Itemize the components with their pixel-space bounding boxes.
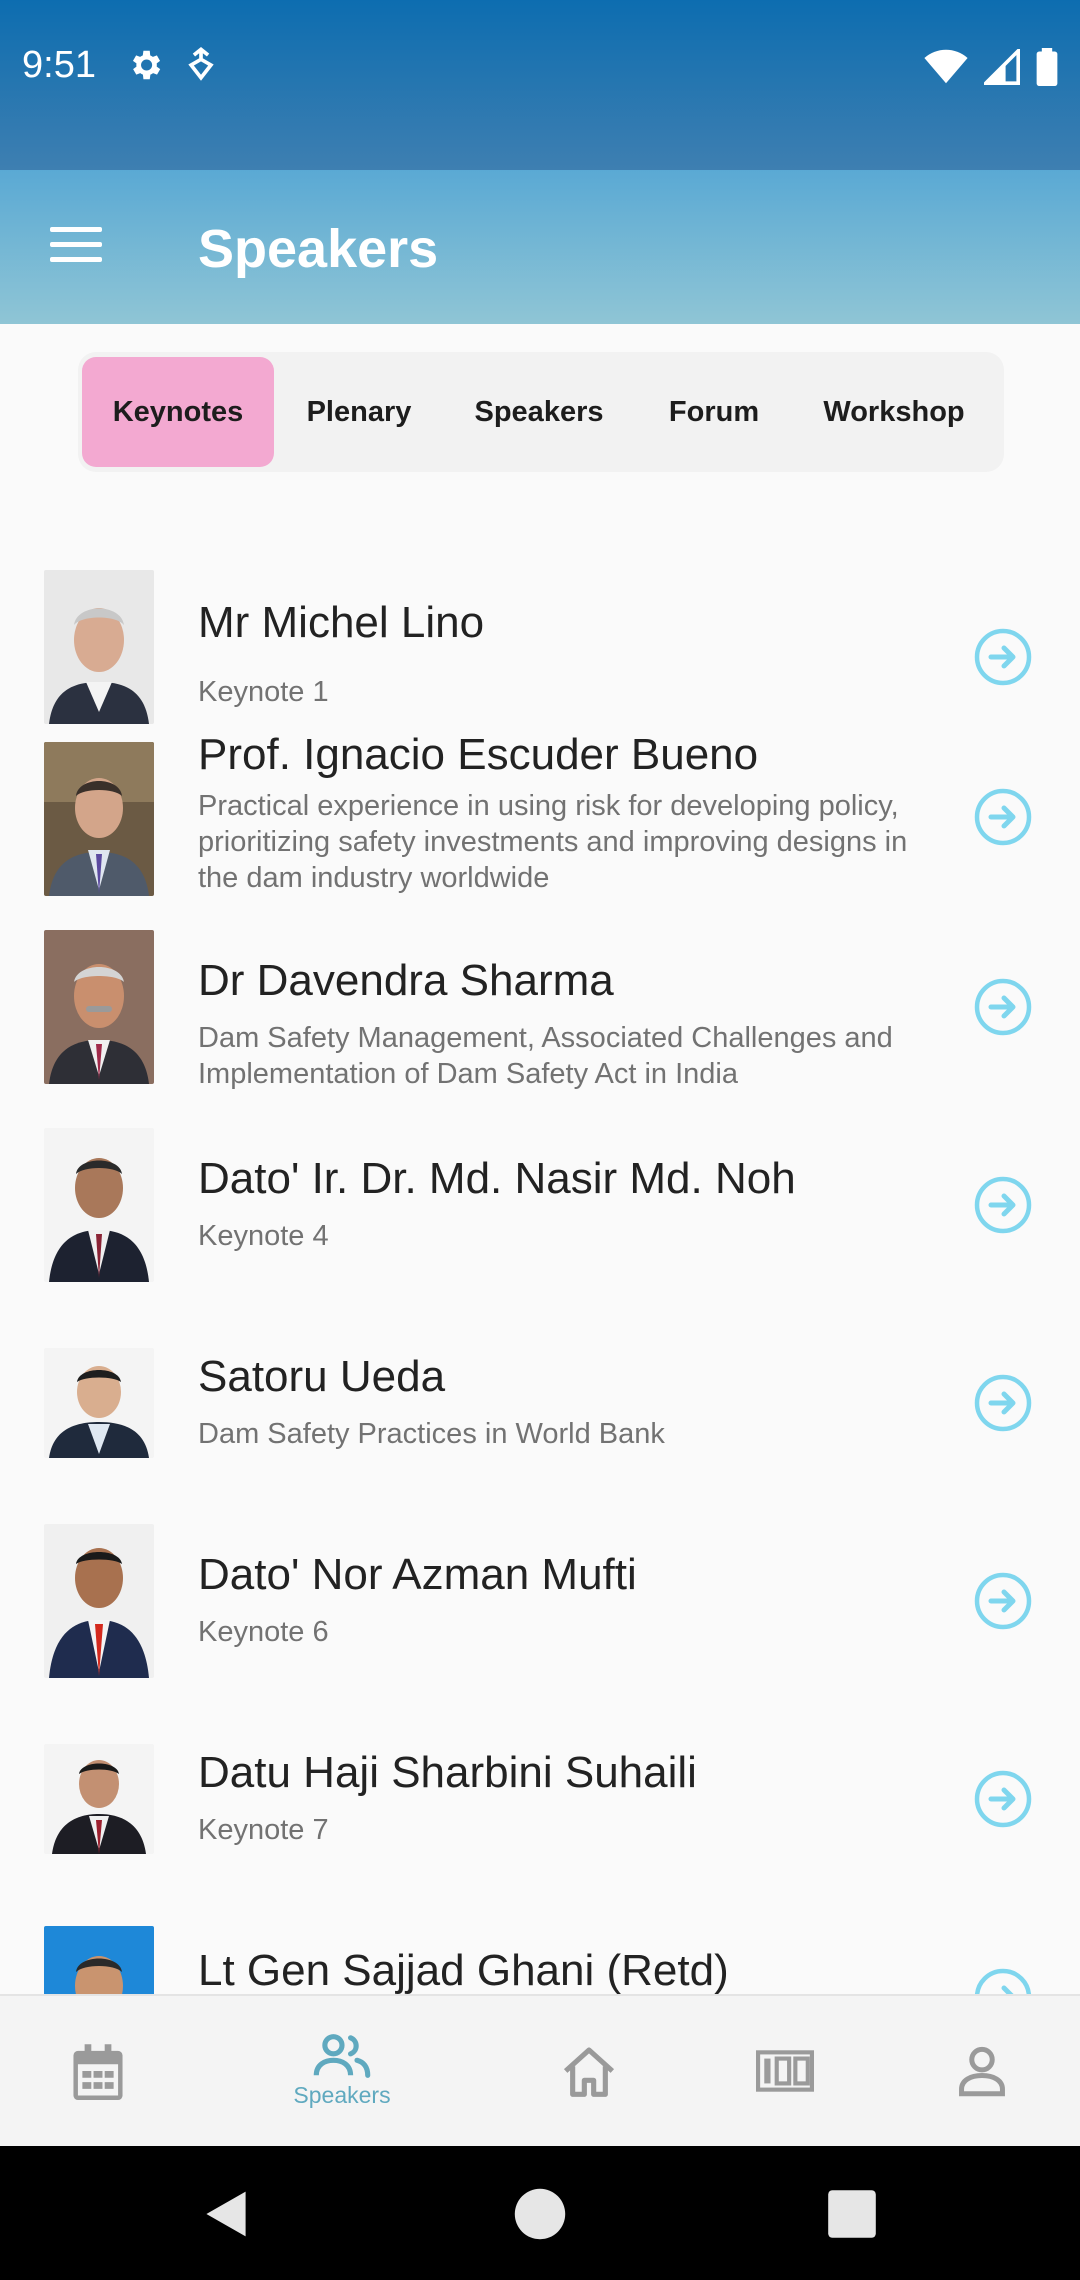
speaker-photo	[44, 1524, 154, 1678]
speaker-name: Prof. Ignacio Escuder Bueno	[198, 730, 759, 779]
tab-forum[interactable]: Forum	[634, 357, 794, 467]
speaker-photo	[44, 930, 154, 1084]
speaker-subtitle: Keynote 6	[198, 1616, 329, 1648]
nav-calendar[interactable]	[38, 1996, 158, 2146]
speaker-subtitle: Dam Safety Management, Associated Challe…	[198, 1022, 893, 1090]
speaker-list: Mr Michel Lino Keynote 1 Prof. Ignacio E…	[0, 520, 1080, 1994]
signal-icon	[984, 49, 1020, 85]
page-title: Speakers	[198, 219, 439, 279]
tab-speakers[interactable]: Speakers	[444, 357, 634, 467]
tab-plenary[interactable]: Plenary	[274, 357, 444, 467]
status-time: 9:51	[22, 44, 96, 86]
arrow-right-circle-icon[interactable]	[974, 628, 1032, 686]
status-bar: 9:51	[0, 0, 1080, 170]
nav-speakers-label: Speakers	[293, 2081, 391, 2108]
speaker-name: Lt Gen Sajjad Ghani (Retd)	[198, 1946, 729, 1994]
arrow-right-circle-icon[interactable]	[974, 1176, 1032, 1234]
speaker-name: Mr Michel Lino	[198, 598, 485, 647]
calendar-icon	[73, 2044, 123, 2100]
speaker-photo	[44, 1744, 154, 1854]
bottom-navigation: Speakers	[0, 1994, 1080, 2146]
speaker-row[interactable]: Mr Michel Lino Keynote 1	[0, 550, 1080, 724]
tab-keynotes[interactable]: Keynotes	[82, 357, 274, 467]
speaker-row[interactable]: Prof. Ignacio Escuder Bueno Practical ex…	[0, 730, 1080, 910]
category-tabs: Keynotes Plenary Speakers Forum Workshop	[78, 352, 1004, 472]
people-icon	[313, 2033, 371, 2078]
speaker-row[interactable]: Dato' Nor Azman Mufti Keynote 6	[0, 1514, 1080, 1694]
speaker-name: Dato' Ir. Dr. Md. Nasir Md. Noh	[198, 1154, 796, 1203]
home-circle-icon[interactable]	[512, 2186, 568, 2242]
speaker-photo	[44, 742, 154, 896]
speaker-row[interactable]: Datu Haji Sharbini Suhaili Keynote 7	[0, 1712, 1080, 1892]
recents-square-icon[interactable]	[824, 2186, 880, 2242]
speaker-row[interactable]: Satoru Ueda Dam Safety Practices in Worl…	[0, 1316, 1080, 1496]
arrow-right-circle-icon[interactable]	[974, 1770, 1032, 1828]
home-icon	[563, 2047, 615, 2097]
back-triangle-icon[interactable]	[198, 2186, 254, 2242]
hamburger-menu-icon[interactable]	[46, 220, 106, 274]
speaker-name: Satoru Ueda	[198, 1352, 446, 1401]
speaker-subtitle: Keynote 4	[198, 1220, 329, 1252]
arrow-right-circle-icon[interactable]	[974, 1572, 1032, 1630]
arrow-right-circle-icon[interactable]	[974, 978, 1032, 1036]
speaker-name: Dato' Nor Azman Mufti	[198, 1550, 637, 1599]
speaker-row[interactable]: Lt Gen Sajjad Ghani (Retd)	[0, 1910, 1080, 1994]
arrow-right-circle-icon[interactable]	[974, 1374, 1032, 1432]
speaker-photo	[44, 1128, 154, 1282]
battery-icon	[1036, 48, 1058, 86]
nav-speakers[interactable]: Speakers	[282, 1996, 402, 2146]
system-navigation-bar	[0, 2146, 1080, 2280]
nav-profile[interactable]	[922, 1996, 1042, 2146]
ticket-icon	[756, 2050, 814, 2092]
arrow-right-circle-icon[interactable]	[974, 788, 1032, 846]
speaker-name: Datu Haji Sharbini Suhaili	[198, 1748, 697, 1797]
tab-workshop[interactable]: Workshop	[794, 357, 994, 467]
nav-ticket[interactable]	[725, 1996, 845, 2146]
speaker-photo	[44, 570, 154, 724]
speaker-subtitle: Keynote 7	[198, 1814, 329, 1846]
speaker-subtitle: Dam Safety Practices in World Bank	[198, 1418, 665, 1450]
speaker-name: Dr Davendra Sharma	[198, 956, 614, 1005]
speaker-photo	[44, 1348, 154, 1458]
download-badge-icon	[188, 47, 214, 81]
gear-icon	[132, 50, 161, 80]
nav-home[interactable]	[529, 1996, 649, 2146]
person-icon	[959, 2046, 1005, 2097]
speaker-subtitle: Keynote 1	[198, 676, 329, 708]
speaker-photo	[44, 1926, 154, 1994]
speaker-row[interactable]: Dato' Ir. Dr. Md. Nasir Md. Noh Keynote …	[0, 1118, 1080, 1298]
arrow-right-circle-icon[interactable]	[974, 1968, 1032, 1994]
app-bar: Speakers	[0, 170, 1080, 324]
speaker-subtitle: Practical experience in using risk for d…	[198, 790, 908, 894]
wifi-icon	[924, 49, 968, 84]
speaker-row[interactable]: Dr Davendra Sharma Dam Safety Management…	[0, 920, 1080, 1100]
